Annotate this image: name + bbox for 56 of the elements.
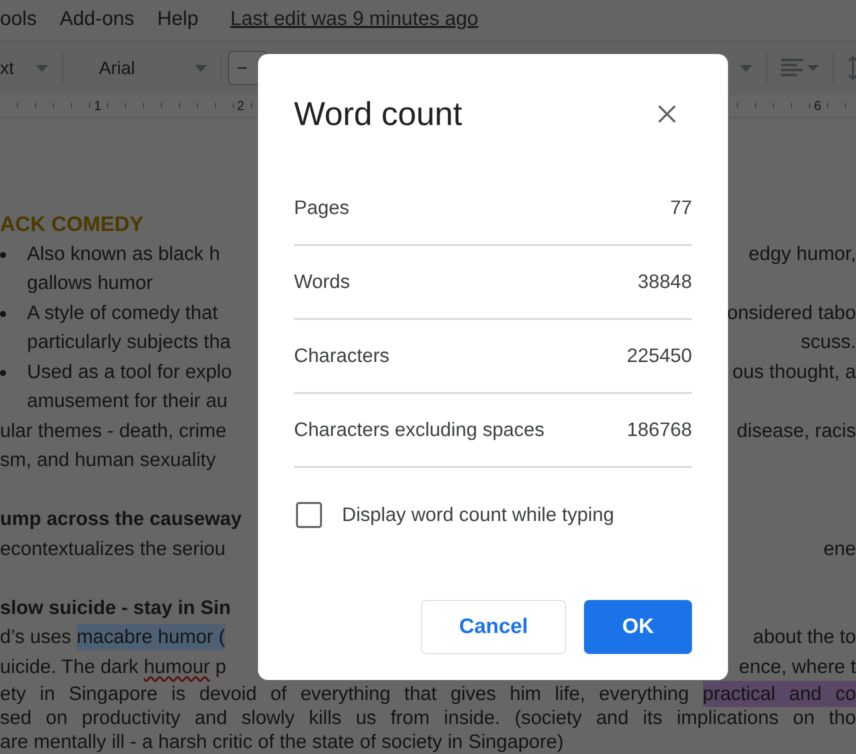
checkbox[interactable] xyxy=(296,502,322,528)
stat-value: 186768 xyxy=(626,418,692,442)
document-text: edgy humor, xyxy=(748,242,856,266)
document-text: scuss. xyxy=(800,330,856,355)
document-text: econtextualizes the seriou xyxy=(0,536,226,562)
document-text: ety in Singapore is devoid of everything that gives him life, everything practical and co xyxy=(0,682,856,706)
cancel-button[interactable]: Cancel xyxy=(421,600,566,654)
document-text: gallows humor xyxy=(27,271,153,296)
document-text: sed on productivity and slowly kills us from inside. (society and its implications on tho xyxy=(0,706,856,730)
document-text: are mentally ill - a harsh critic of the state of society in Singapore) xyxy=(0,730,564,754)
stat-value: 225450 xyxy=(626,344,692,368)
stat-label: Characters excluding spaces xyxy=(294,418,544,442)
document-text: ene xyxy=(823,536,856,562)
document-text: onsidered tabo xyxy=(726,300,856,326)
bullet-icon xyxy=(0,370,6,376)
caret-icon xyxy=(36,64,48,72)
font-dropdown[interactable]: Arial xyxy=(77,58,208,78)
document-text: d’s uses macabre humor ( xyxy=(0,623,226,652)
stat-label: Words xyxy=(294,270,350,294)
document-text: disease, racis xyxy=(736,418,856,444)
document-text: particularly subjects tha xyxy=(27,330,231,355)
document-text: about the to xyxy=(752,625,856,650)
bullet-icon xyxy=(0,310,6,316)
stat-value: 77 xyxy=(670,196,692,220)
last-edit-link[interactable]: Last edit was 9 minutes ago xyxy=(230,8,478,30)
menu-item[interactable]: Help xyxy=(157,8,198,30)
caret-icon xyxy=(195,64,208,72)
ruler-number: 6 xyxy=(812,98,824,113)
menu-item[interactable]: Add-ons xyxy=(60,8,134,30)
document-text: sm, and human sexuality xyxy=(0,448,216,473)
document-text: slow suicide - stay in Sin xyxy=(0,596,231,620)
document-text: ACK COMEDY xyxy=(0,212,144,238)
document-text: ous thought, a xyxy=(732,360,856,384)
close-icon[interactable] xyxy=(658,105,676,123)
line-spacing-icon[interactable] xyxy=(848,55,856,81)
document-text: ence, where t xyxy=(738,654,856,680)
document-text: Also known as black h xyxy=(27,242,220,266)
stat-label: Characters xyxy=(294,344,390,368)
document-text: A style of comedy that xyxy=(27,300,218,326)
document-text: uicide. The dark humour p xyxy=(0,654,226,680)
style-dropdown[interactable]: xt xyxy=(0,58,48,78)
document-text: ump across the causeway xyxy=(0,507,242,532)
bullet-icon xyxy=(0,252,6,258)
ruler-number: 2 xyxy=(235,98,246,113)
ok-button[interactable]: OK xyxy=(584,600,692,654)
document-text: ular themes - death, crime xyxy=(0,418,227,444)
stat-value: 38848 xyxy=(638,270,692,294)
caret-icon[interactable] xyxy=(740,64,752,72)
stat-label: Pages xyxy=(294,196,350,220)
checkbox-label[interactable]: Display word count while typing xyxy=(342,504,614,526)
ruler-number: 1 xyxy=(92,98,104,113)
align-left-icon[interactable] xyxy=(781,58,819,78)
document-text: amusement for their au xyxy=(27,389,228,414)
document-text: Used as a tool for explo xyxy=(27,360,232,384)
dialog-title: Word count xyxy=(294,95,462,133)
menu-item[interactable]: ools xyxy=(0,8,37,30)
